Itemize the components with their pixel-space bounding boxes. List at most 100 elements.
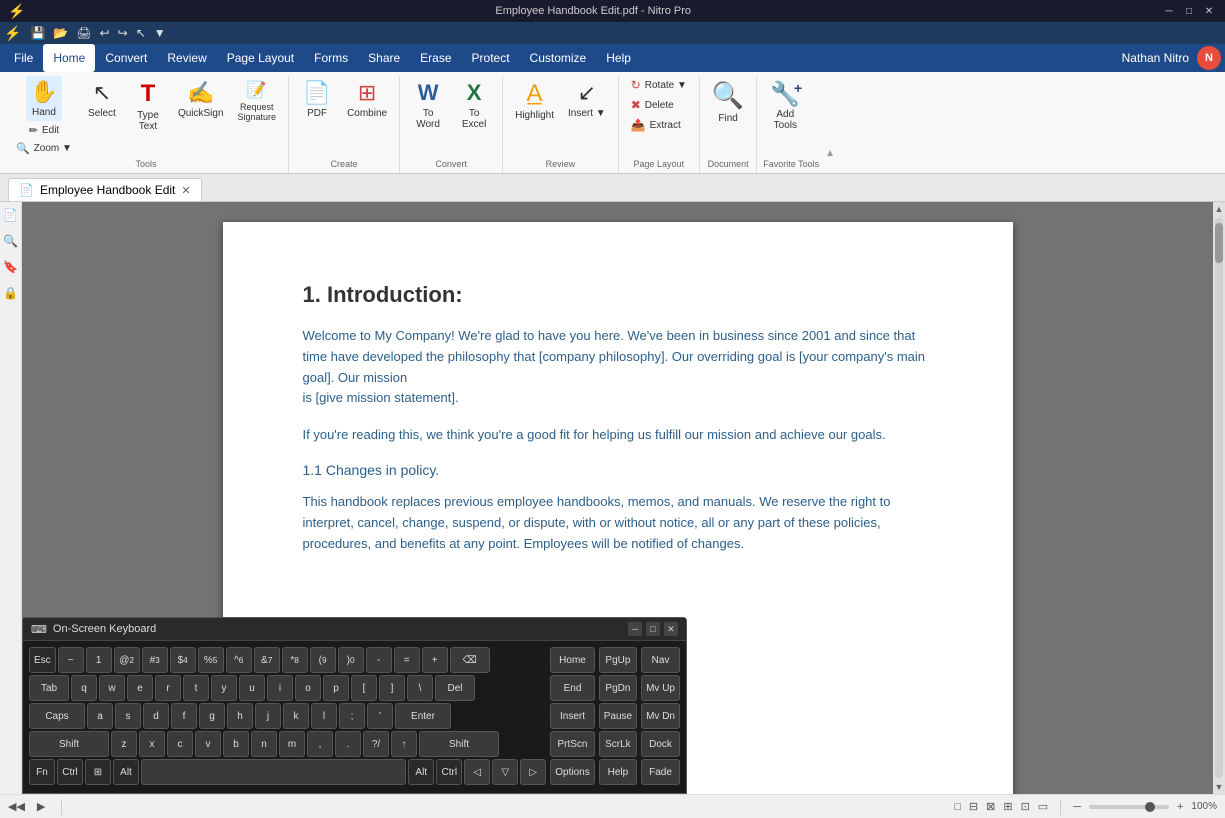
keyboard-minimize-button[interactable]: ─: [628, 622, 642, 636]
key-b[interactable]: b: [223, 731, 249, 757]
key-comma[interactable]: ,: [307, 731, 333, 757]
pdf-button[interactable]: 📄 PDF: [295, 76, 339, 123]
key-mv-up[interactable]: Mv Up: [641, 675, 680, 701]
key-right[interactable]: ▷: [520, 759, 546, 785]
menu-item-protect[interactable]: Protect: [462, 44, 520, 72]
qa-dropdown-icon[interactable]: ▼: [151, 24, 169, 42]
key-p[interactable]: p: [323, 675, 349, 701]
zoom-out-button[interactable]: ─: [1073, 801, 1081, 813]
key-alt-left[interactable]: Alt: [113, 759, 139, 785]
key-home[interactable]: Home: [550, 647, 594, 673]
key-backslash[interactable]: \: [407, 675, 433, 701]
key-minus[interactable]: -: [366, 647, 392, 673]
key-left[interactable]: ◁: [464, 759, 490, 785]
menu-item-share[interactable]: Share: [358, 44, 410, 72]
key-shift-right[interactable]: Shift: [419, 731, 499, 757]
key-lbracket[interactable]: [: [351, 675, 377, 701]
sidebar-icon-bookmarks[interactable]: 🔖: [2, 258, 20, 276]
redo-icon[interactable]: ↪: [115, 24, 131, 42]
key-y[interactable]: y: [211, 675, 237, 701]
key-shift-left[interactable]: Shift: [29, 731, 109, 757]
key-scrlk[interactable]: ScrLk: [599, 731, 637, 757]
key-x[interactable]: x: [139, 731, 165, 757]
key-h[interactable]: h: [227, 703, 253, 729]
zoom-in-button[interactable]: +: [1177, 801, 1183, 813]
view-icon-facing[interactable]: ⊟: [969, 800, 978, 813]
key-0[interactable]: )0: [338, 647, 364, 673]
hand-tool-button[interactable]: ✋ Hand: [26, 76, 62, 121]
key-plus[interactable]: +: [422, 647, 448, 673]
menu-item-convert[interactable]: Convert: [95, 44, 157, 72]
key-mv-dn[interactable]: Mv Dn: [641, 703, 680, 729]
combine-button[interactable]: ⊞ Combine: [341, 76, 393, 123]
view-icon-fit[interactable]: ▭: [1038, 800, 1048, 813]
key-c[interactable]: c: [167, 731, 193, 757]
keyboard-restore-button[interactable]: □: [646, 622, 660, 636]
key-slash[interactable]: ?/: [363, 731, 389, 757]
key-w[interactable]: w: [99, 675, 125, 701]
key-q[interactable]: q: [71, 675, 97, 701]
key-options[interactable]: Options: [550, 759, 594, 785]
quicksign-button[interactable]: ✍ QuickSign: [172, 76, 230, 123]
to-excel-button[interactable]: X To Excel: [452, 76, 496, 134]
menu-item-pagelayout[interactable]: Page Layout: [217, 44, 304, 72]
key-d[interactable]: d: [143, 703, 169, 729]
key-e[interactable]: e: [127, 675, 153, 701]
key-a[interactable]: a: [87, 703, 113, 729]
scroll-up-arrow[interactable]: ▲: [1213, 202, 1225, 216]
key-m[interactable]: m: [279, 731, 305, 757]
key-n[interactable]: n: [251, 731, 277, 757]
key-9[interactable]: (9: [310, 647, 336, 673]
key-dock[interactable]: Dock: [641, 731, 680, 757]
key-del[interactable]: Del: [435, 675, 475, 701]
key-end[interactable]: End: [550, 675, 594, 701]
key-u[interactable]: u: [239, 675, 265, 701]
key-6[interactable]: ^6: [226, 647, 252, 673]
key-r[interactable]: r: [155, 675, 181, 701]
status-prev-button[interactable]: ◀◀: [8, 800, 25, 813]
key-pause[interactable]: Pause: [599, 703, 637, 729]
key-equals[interactable]: =: [394, 647, 420, 673]
key-semicolon[interactable]: ;: [339, 703, 365, 729]
scroll-down-arrow[interactable]: ▼: [1213, 780, 1225, 794]
key-ctrl-left[interactable]: Ctrl: [57, 759, 83, 785]
request-signature-button[interactable]: 📝 RequestSignature: [232, 76, 283, 126]
delete-button[interactable]: ✖ Delete: [625, 96, 693, 114]
print-icon[interactable]: 🖨: [73, 24, 94, 42]
rotate-button[interactable]: ↻ Rotate ▼: [625, 76, 693, 94]
menu-item-review[interactable]: Review: [157, 44, 216, 72]
undo-icon[interactable]: ↩: [97, 24, 113, 42]
key-tilde[interactable]: ~: [58, 647, 84, 673]
key-prtscn[interactable]: PrtScn: [550, 731, 594, 757]
key-ctrl-right[interactable]: Ctrl: [436, 759, 462, 785]
select-button[interactable]: ↖ Select: [80, 76, 124, 123]
save-icon[interactable]: 💾: [27, 24, 48, 42]
key-s[interactable]: s: [115, 703, 141, 729]
key-7[interactable]: &7: [254, 647, 280, 673]
key-esc[interactable]: Esc: [29, 647, 56, 673]
key-enter[interactable]: Enter: [395, 703, 451, 729]
scroll-track[interactable]: [1215, 218, 1223, 778]
key-tab[interactable]: Tab: [29, 675, 69, 701]
maximize-button[interactable]: □: [1181, 4, 1197, 18]
menu-item-help[interactable]: Help: [596, 44, 641, 72]
menu-item-customize[interactable]: Customize: [520, 44, 597, 72]
add-tools-button[interactable]: 🔧 + Add Tools: [763, 76, 807, 135]
menu-item-file[interactable]: File: [4, 44, 43, 72]
key-8[interactable]: *8: [282, 647, 308, 673]
view-icon-single[interactable]: □: [954, 801, 961, 813]
view-icon-grid[interactable]: ⊠: [986, 800, 995, 813]
key-t[interactable]: t: [183, 675, 209, 701]
key-nav[interactable]: Nav: [641, 647, 680, 673]
sidebar-icon-search[interactable]: 🔍: [2, 232, 20, 250]
open-icon[interactable]: 📂: [50, 24, 71, 42]
key-rbracket[interactable]: ]: [379, 675, 405, 701]
zoom-button[interactable]: 🔍 Zoom ▼: [10, 140, 78, 157]
user-avatar[interactable]: N: [1197, 46, 1221, 70]
menu-item-forms[interactable]: Forms: [304, 44, 358, 72]
key-alt-right[interactable]: Alt: [408, 759, 434, 785]
key-pgup[interactable]: PgUp: [599, 647, 637, 673]
view-icon-scroll[interactable]: ⊡: [1021, 800, 1030, 813]
key-win[interactable]: ⊞: [85, 759, 111, 785]
key-o[interactable]: o: [295, 675, 321, 701]
